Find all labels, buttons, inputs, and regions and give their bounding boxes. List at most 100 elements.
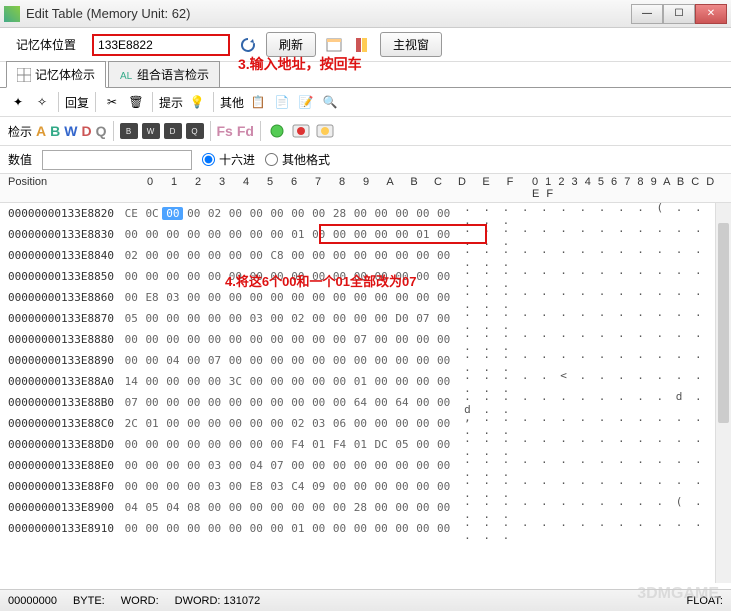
- hex-cell[interactable]: 00: [142, 396, 163, 409]
- hex-cell[interactable]: 00: [371, 333, 392, 346]
- hex-cell[interactable]: 03: [204, 459, 225, 472]
- hex-cell[interactable]: 00: [350, 417, 371, 430]
- hex-cell[interactable]: 03: [308, 417, 329, 430]
- hex-cell[interactable]: 00: [412, 396, 433, 409]
- hex-cell[interactable]: 00: [412, 207, 433, 220]
- hex-cell[interactable]: 00: [267, 438, 288, 451]
- hex-cell[interactable]: 00: [433, 228, 454, 241]
- table-row[interactable]: 00000000133E8910000000000000000001000000…: [0, 518, 731, 539]
- hex-cell[interactable]: 00: [183, 375, 204, 388]
- hex-cell[interactable]: 04: [162, 354, 183, 367]
- hex-cell[interactable]: CE: [121, 207, 142, 220]
- hex-cell[interactable]: 00: [329, 459, 350, 472]
- hex-cell[interactable]: 00: [225, 501, 246, 514]
- hex-cell[interactable]: 00: [204, 270, 225, 283]
- hex-cell[interactable]: 00: [267, 396, 288, 409]
- hex-cell[interactable]: 00: [308, 354, 329, 367]
- hex-cell[interactable]: 00: [371, 396, 392, 409]
- hex-cell[interactable]: 09: [308, 480, 329, 493]
- hex-cell[interactable]: 00: [246, 396, 267, 409]
- hex-cell[interactable]: 00: [183, 228, 204, 241]
- close-button[interactable]: ✕: [695, 4, 727, 24]
- hex-cell[interactable]: 00: [308, 207, 329, 220]
- hex-cell[interactable]: 03: [246, 312, 267, 325]
- hex-cell[interactable]: 00: [371, 480, 392, 493]
- hex-cell[interactable]: 00: [308, 333, 329, 346]
- hex-cell[interactable]: 06: [329, 417, 350, 430]
- hex-cell[interactable]: 00: [371, 459, 392, 472]
- hex-cell[interactable]: 00: [267, 291, 288, 304]
- hex-cell[interactable]: 00: [204, 438, 225, 451]
- hex-cell[interactable]: 00: [287, 501, 308, 514]
- hex-cell[interactable]: 00: [204, 375, 225, 388]
- hex-cell[interactable]: 00: [225, 333, 246, 346]
- notes-icon[interactable]: 📝: [296, 92, 316, 112]
- hex-cell[interactable]: 00: [142, 270, 163, 283]
- hex-cell[interactable]: 01: [308, 438, 329, 451]
- hex-cell[interactable]: 00: [121, 459, 142, 472]
- hex-cell[interactable]: 00: [204, 522, 225, 535]
- hex-cell[interactable]: 00: [412, 480, 433, 493]
- hex-cell[interactable]: 00: [329, 249, 350, 262]
- hex-cell[interactable]: 00: [329, 333, 350, 346]
- hex-cell[interactable]: 00: [162, 459, 183, 472]
- hex-cell[interactable]: 00: [267, 333, 288, 346]
- hex-cell[interactable]: 07: [121, 396, 142, 409]
- hex-cell[interactable]: 00: [392, 375, 413, 388]
- hex-cell[interactable]: 00: [246, 522, 267, 535]
- hex-cell[interactable]: 00: [142, 312, 163, 325]
- hex-cell[interactable]: 02: [204, 207, 225, 220]
- hex-cell[interactable]: 00: [204, 501, 225, 514]
- hex-cell[interactable]: 04: [246, 459, 267, 472]
- hex-cell[interactable]: 00: [204, 249, 225, 262]
- hex-cell[interactable]: 00: [162, 207, 183, 220]
- hex-cell[interactable]: 00: [183, 438, 204, 451]
- hex-cell[interactable]: 00: [371, 522, 392, 535]
- hex-cell[interactable]: 00: [142, 228, 163, 241]
- hex-cell[interactable]: 00: [392, 354, 413, 367]
- hex-cell[interactable]: E8: [246, 480, 267, 493]
- hex-cell[interactable]: 02: [121, 249, 142, 262]
- hex-cell[interactable]: 00: [371, 312, 392, 325]
- hex-cell[interactable]: 00: [287, 207, 308, 220]
- hex-cell[interactable]: 00: [371, 501, 392, 514]
- hex-cell[interactable]: 05: [121, 312, 142, 325]
- hex-cell[interactable]: 00: [121, 228, 142, 241]
- hex-cell[interactable]: 00: [183, 291, 204, 304]
- hex-cell[interactable]: 00: [162, 333, 183, 346]
- reply-button[interactable]: 回复: [65, 94, 89, 111]
- hex-q-icon[interactable]: Q: [186, 123, 204, 139]
- hex-cell[interactable]: 00: [225, 207, 246, 220]
- hex-cell[interactable]: 64: [350, 396, 371, 409]
- hex-cell[interactable]: 00: [433, 501, 454, 514]
- hex-cell[interactable]: 08: [183, 501, 204, 514]
- hex-cell[interactable]: 04: [162, 501, 183, 514]
- hex-cell[interactable]: 00: [308, 228, 329, 241]
- hint-button[interactable]: 提示: [159, 94, 183, 111]
- hex-cell[interactable]: 00: [392, 333, 413, 346]
- type-b-icon[interactable]: B: [50, 123, 60, 139]
- hex-cell[interactable]: 03: [162, 291, 183, 304]
- radio-hex-input[interactable]: [202, 153, 215, 166]
- hex-cell[interactable]: 28: [329, 207, 350, 220]
- hex-cell[interactable]: 00: [162, 270, 183, 283]
- hex-cell[interactable]: 00: [183, 396, 204, 409]
- hex-cell[interactable]: 00: [350, 480, 371, 493]
- hex-cell[interactable]: 00: [287, 396, 308, 409]
- hex-cell[interactable]: 00: [392, 522, 413, 535]
- hex-cell[interactable]: 00: [183, 480, 204, 493]
- hex-cell[interactable]: C8: [267, 249, 288, 262]
- calendar-icon[interactable]: [324, 35, 344, 55]
- hex-cell[interactable]: 00: [142, 480, 163, 493]
- hex-cell[interactable]: 00: [412, 501, 433, 514]
- hex-cell[interactable]: 00: [183, 459, 204, 472]
- maximize-button[interactable]: ☐: [663, 4, 695, 24]
- hex-cell[interactable]: 00: [204, 333, 225, 346]
- hex-cell[interactable]: 00: [308, 312, 329, 325]
- hex-cell[interactable]: 01: [412, 228, 433, 241]
- hex-cell[interactable]: 00: [392, 228, 413, 241]
- type-q-icon[interactable]: Q: [96, 123, 107, 139]
- hex-cell[interactable]: 00: [350, 354, 371, 367]
- hex-cell[interactable]: DC: [371, 438, 392, 451]
- hex-cell[interactable]: 00: [412, 333, 433, 346]
